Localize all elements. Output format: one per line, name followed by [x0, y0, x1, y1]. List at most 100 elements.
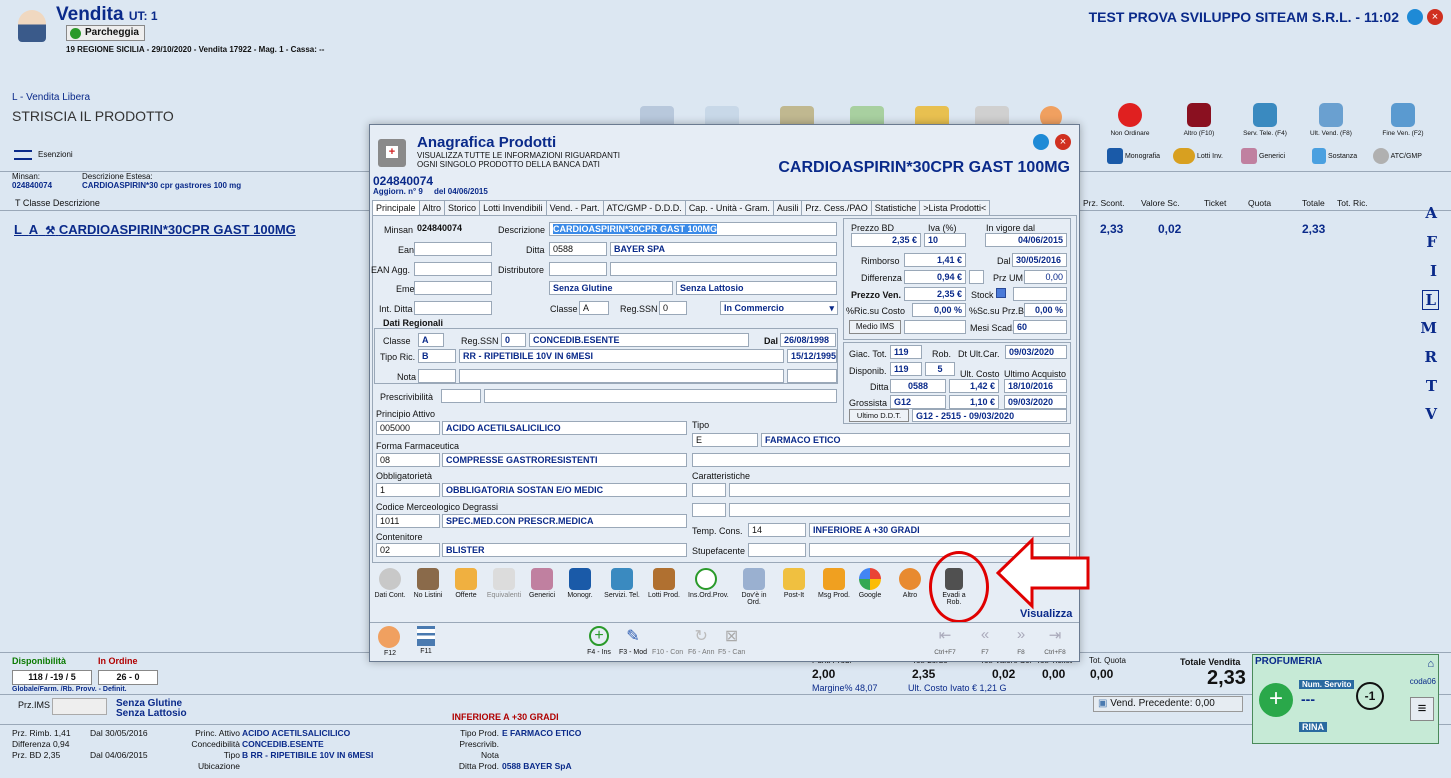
- field-glutine[interactable]: Senza Glutine: [549, 281, 673, 295]
- tab-prz-cess[interactable]: Prz. Cess./PAO: [801, 200, 872, 215]
- offerte-button[interactable]: Offerte: [448, 568, 484, 599]
- field-distributore-code[interactable]: [549, 262, 607, 276]
- f12-button[interactable]: F12: [378, 626, 402, 657]
- field-reg-ssn[interactable]: 0: [659, 301, 687, 315]
- field-prescr-code[interactable]: [441, 389, 481, 403]
- filter-letter-i[interactable]: I: [1430, 262, 1437, 280]
- field-reg-ssn2[interactable]: 0: [501, 333, 526, 347]
- tab-atc-gmp[interactable]: ATC/GMP - D.D.D.: [602, 200, 686, 215]
- monogr-button[interactable]: Monogr.: [562, 568, 598, 599]
- equivalenti-button[interactable]: Equivalenti: [486, 568, 522, 599]
- field-vigore[interactable]: 04/06/2015: [985, 233, 1067, 247]
- menu-button[interactable]: ≡: [1410, 697, 1434, 721]
- field-prezzo-ven[interactable]: 2,35 €: [904, 287, 966, 301]
- field-prescr[interactable]: [484, 389, 837, 403]
- tab-lotti-invendibili[interactable]: Lotti Invendibili: [479, 200, 547, 215]
- field-codmerc[interactable]: SPEC.MED.CON PRESCR.MEDICA: [442, 514, 687, 528]
- dove-in-ord-button[interactable]: Dov'è in Ord.: [736, 568, 772, 606]
- field-ean[interactable]: [414, 242, 492, 256]
- field-cont[interactable]: BLISTER: [442, 543, 687, 557]
- field-ultimo-ddt[interactable]: G12 - 2515 - 09/03/2020: [912, 409, 1067, 422]
- msg-prod-button[interactable]: Msg Prod.: [816, 568, 852, 599]
- servizi-tel-button[interactable]: Servizi. Tel.: [604, 568, 640, 599]
- can-button[interactable]: ⊠ F5 - Can: [718, 626, 745, 656]
- field-giac-tot[interactable]: 119: [890, 345, 922, 359]
- field-reg-ssn-desc[interactable]: CONCEDIB.ESENTE: [529, 333, 749, 347]
- last-record-button[interactable]: ⇥ Ctrl+F8: [1040, 626, 1070, 656]
- field-princ-code[interactable]: 005000: [376, 421, 440, 435]
- medio-ims-button[interactable]: Medio IMS: [849, 320, 901, 334]
- field-disponib[interactable]: 119: [890, 362, 922, 376]
- park-button[interactable]: Parcheggia: [66, 25, 145, 41]
- field-stupe-code[interactable]: [748, 543, 806, 557]
- field-reg-classe[interactable]: A: [418, 333, 444, 347]
- field-gross-date[interactable]: 09/03/2020: [1004, 395, 1067, 409]
- field-sc-prz-bd[interactable]: 0,00 %: [1024, 303, 1067, 317]
- scan-prompt[interactable]: STRISCIA IL PRODOTTO: [12, 108, 174, 124]
- post-it-button[interactable]: Post-It: [776, 568, 812, 599]
- generici-button[interactable]: Generici: [1241, 148, 1285, 164]
- ins-button[interactable]: + F4 - Ins: [584, 626, 614, 656]
- lotti-inv-button[interactable]: Lotti Inv.: [1173, 148, 1223, 164]
- field-differenza[interactable]: 0,94 €: [904, 270, 966, 284]
- no-listini-button[interactable]: No Listini: [410, 568, 446, 599]
- field-medio-ims[interactable]: [904, 320, 966, 334]
- filter-letter-a[interactable]: A: [1425, 204, 1437, 222]
- field-obbl[interactable]: OBBLIGATORIA SOSTAN E/O MEDIC: [442, 483, 687, 497]
- tab-ausili[interactable]: Ausili: [772, 200, 803, 215]
- field-mesi-scad[interactable]: 60: [1013, 320, 1067, 334]
- windows-icon[interactable]: [1407, 9, 1423, 25]
- non-ordinare-button[interactable]: Non Ordinare: [1101, 103, 1159, 137]
- servizi-tele-button[interactable]: Serv. Tele. (F4): [1236, 103, 1294, 137]
- field-nota-date[interactable]: [787, 369, 837, 383]
- atcgmp-button[interactable]: ATC/GMP: [1373, 148, 1422, 164]
- tab-lista-prodotti[interactable]: >Lista Prodotti<: [919, 200, 991, 215]
- sostanza-button[interactable]: Sostanza: [1312, 148, 1357, 164]
- field-int-ditta[interactable]: [414, 301, 492, 315]
- sale-row[interactable]: L A ⚒ CARDIOASPIRIN*30CPR GAST 100MG: [14, 222, 296, 237]
- altro-dlg-button[interactable]: Altro: [892, 568, 928, 599]
- field-tipo-ric-date[interactable]: 15/12/1995: [787, 349, 837, 363]
- monografia-button[interactable]: Monografia: [1107, 148, 1160, 164]
- fine-vendita-button[interactable]: Fine Ven. (F2): [1374, 103, 1432, 137]
- field-distributore[interactable]: [610, 262, 837, 276]
- f11-button[interactable]: F11: [414, 626, 438, 655]
- select-stato[interactable]: In Commercio ▾: [720, 301, 838, 315]
- field-tipo-extra[interactable]: [692, 453, 1070, 467]
- field-nota-code[interactable]: [418, 369, 456, 383]
- tab-vend-part[interactable]: Vend. - Part.: [545, 200, 604, 215]
- close-icon[interactable]: ×: [1427, 9, 1443, 25]
- field-rimb-dal[interactable]: 30/05/2016: [1012, 253, 1067, 267]
- ultima-vendita-button[interactable]: Ult. Vend. (F8): [1302, 103, 1360, 137]
- ins-ord-prov-button[interactable]: Ins.Ord.Prov.: [688, 568, 729, 599]
- vend-precedente-button[interactable]: ▣ Vend. Precedente: 0,00: [1093, 696, 1243, 712]
- generici-dlg-button[interactable]: Generici: [524, 568, 560, 599]
- field-disponib-rob[interactable]: 5: [925, 362, 955, 376]
- field-lattosio[interactable]: Senza Lattosio: [676, 281, 837, 295]
- esenzioni-button[interactable]: Esenzioni: [14, 150, 73, 160]
- field-princ[interactable]: ACIDO ACETILSALICILICO: [442, 421, 687, 435]
- tab-storico[interactable]: Storico: [444, 200, 481, 215]
- field-diff-extra[interactable]: [969, 270, 984, 284]
- visualizza-link[interactable]: Visualizza: [1020, 608, 1072, 620]
- field-ditta-code[interactable]: 0588: [549, 242, 607, 256]
- field-reg-dal[interactable]: 26/08/1998: [780, 333, 836, 347]
- filter-letter-l[interactable]: L: [1422, 290, 1439, 310]
- con-button[interactable]: F10 - Con: [652, 649, 683, 656]
- field-grossista[interactable]: G12: [890, 395, 946, 409]
- tab-altro[interactable]: Altro: [418, 200, 446, 215]
- filter-letter-f[interactable]: F: [1426, 233, 1437, 251]
- field-minsan[interactable]: 024840074: [414, 222, 490, 236]
- altro-button[interactable]: Altro (F10): [1170, 103, 1228, 137]
- field-ult-ditta-date[interactable]: 18/10/2016: [1004, 379, 1067, 393]
- field-nota[interactable]: [459, 369, 784, 383]
- field-tipo-ric[interactable]: B: [418, 349, 456, 363]
- field-dt-ult-car[interactable]: 09/03/2020: [1005, 345, 1067, 359]
- first-record-button[interactable]: ⇤ Ctrl+F7: [930, 626, 960, 656]
- field-temp[interactable]: INFERIORE A +30 GRADI: [809, 523, 1070, 537]
- field-prz-um[interactable]: 0,00: [1024, 270, 1067, 284]
- ultimo-ddt-button[interactable]: Ultimo D.D.T.: [849, 409, 909, 422]
- tab-principale[interactable]: Principale: [372, 200, 420, 215]
- field-caratt[interactable]: [729, 483, 1070, 497]
- field-tipo-code[interactable]: E: [692, 433, 758, 447]
